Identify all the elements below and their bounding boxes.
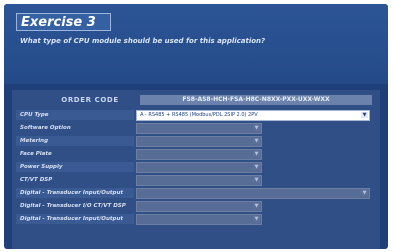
digital-io-select-3[interactable]: ▼ [136,214,262,225]
power-supply-select[interactable]: ▼ [136,162,262,173]
option-label: CPU Type [16,110,134,120]
software-option-select[interactable]: ▼ [136,123,262,134]
option-row-cpu-type: CPU Type A - RS485 + RS485 (Modbus/PDL 2… [12,110,380,121]
order-code-row: ORDER CODE FS8-AS8-HCH-FSA-H8C-N8XX-PXX-… [12,95,380,106]
option-label: Power Supply [16,162,134,172]
option-row-digital-io-2: Digital - Transducer I/O CT/VT DSP ▼ [12,201,380,212]
chevron-down-icon[interactable]: ▼ [361,112,368,118]
chevron-down-icon[interactable]: ▼ [253,216,260,222]
option-row-power-supply: Power Supply ▼ [12,162,380,173]
ctvt-dsp-select[interactable]: ▼ [136,175,262,186]
exercise-title: Exercise 3 [16,13,111,31]
option-row-ctvt-dsp: CT/VT DSP ▼ [12,175,380,186]
order-form: ORDER CODE FS8-AS8-HCH-FSA-H8C-N8XX-PXX-… [12,90,380,249]
chevron-down-icon[interactable]: ▼ [253,138,260,144]
chevron-down-icon[interactable]: ▼ [253,177,260,183]
face-plate-select[interactable]: ▼ [136,149,262,160]
option-label: Digital - Transducer I/O CT/VT DSP [20,203,126,209]
option-label: Metering [16,136,134,146]
chevron-down-icon[interactable]: ▼ [253,125,260,131]
option-label: Digital - Transducer Input/Output [16,214,134,224]
option-label: CT/VT DSP [20,177,53,183]
chevron-down-icon[interactable]: ▼ [253,151,260,157]
option-row-software: Software Option ▼ [12,123,380,134]
option-row-digital-io-3: Digital - Transducer Input/Output ▼ [12,214,380,225]
order-code-value: FS8-AS8-HCH-FSA-H8C-N8XX-PXX-UXX-WXX [140,95,372,105]
option-row-digital-io-1: Digital - Transducer Input/Output ▼ [12,188,380,199]
cpu-type-select[interactable]: A - RS485 + RS485 (Modbus/PDL 2SIP 2.0) … [136,110,370,121]
option-label: Software Option [20,125,71,131]
digital-io-select-2[interactable]: ▼ [136,201,262,212]
option-row-face-plate: Face Plate ▼ [12,149,380,160]
exercise-question: What type of CPU module should be used f… [20,37,266,45]
digital-io-select-1[interactable]: ▼ [136,188,370,199]
chevron-down-icon[interactable]: ▼ [361,190,368,196]
exercise-window: Exercise 3 What type of CPU module shoul… [4,4,388,249]
option-label: Digital - Transducer Input/Output [16,188,134,198]
exercise-header: Exercise 3 What type of CPU module shoul… [4,4,388,84]
chevron-down-icon[interactable]: ▼ [253,203,260,209]
select-value: A - RS485 + RS485 (Modbus/PDL 2SIP 2.0) … [140,112,258,118]
chevron-down-icon[interactable]: ▼ [253,164,260,170]
order-code-label: ORDER CODE [61,96,119,104]
option-label: Face Plate [20,151,52,157]
option-row-metering: Metering ▼ [12,136,380,147]
metering-select[interactable]: ▼ [136,136,262,147]
